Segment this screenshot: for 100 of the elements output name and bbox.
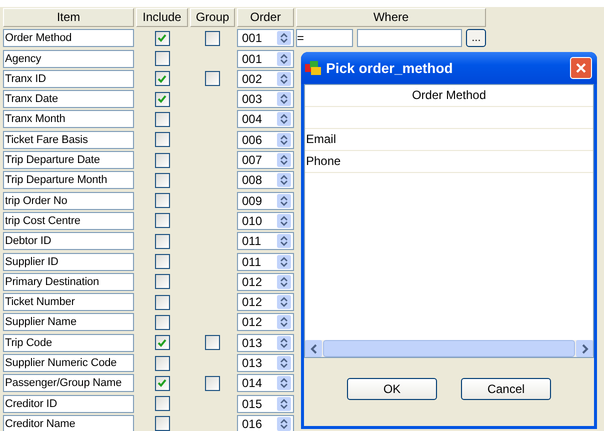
order-spinner[interactable]: 013 — [237, 354, 294, 372]
order-spinner[interactable]: 001 — [237, 50, 294, 68]
checkbox[interactable] — [154, 234, 170, 249]
item-field[interactable]: trip Order No — [3, 192, 134, 210]
checkbox[interactable] — [154, 294, 170, 310]
order-spinner[interactable]: 002 — [237, 70, 294, 88]
scroll-left-button[interactable] — [305, 340, 322, 357]
item-field[interactable]: Supplier Numeric Code — [3, 354, 134, 372]
item-field[interactable]: Order Method — [3, 29, 134, 48]
item-field[interactable]: trip Cost Centre — [3, 212, 134, 230]
column-header[interactable]: Where — [296, 8, 486, 27]
checkbox[interactable] — [154, 376, 170, 391]
item-field[interactable]: Ticket Number — [3, 293, 134, 312]
close-icon — [575, 62, 587, 74]
spin-arrows-icon[interactable] — [277, 194, 291, 208]
order-spinner[interactable]: 011 — [237, 252, 294, 271]
item-field[interactable]: Agency — [3, 50, 134, 68]
checkbox[interactable] — [154, 254, 170, 270]
spin-arrows-icon[interactable] — [277, 315, 291, 330]
item-field[interactable]: Tranx Date — [3, 90, 134, 108]
item-field[interactable]: Creditor Name — [3, 414, 134, 431]
ok-button[interactable]: OK — [347, 378, 437, 400]
order-spinner[interactable]: 012 — [237, 313, 294, 332]
order-spinner[interactable]: 001 — [237, 29, 294, 48]
item-field[interactable]: Trip Departure Date — [3, 151, 134, 170]
item-field[interactable]: Supplier Name — [3, 313, 134, 332]
checkbox[interactable] — [154, 356, 170, 371]
spin-arrows-icon[interactable] — [277, 72, 291, 86]
item-field[interactable]: Tranx Month — [3, 110, 134, 128]
spin-arrows-icon[interactable] — [277, 416, 291, 431]
item-field[interactable]: Primary Destination — [3, 272, 134, 291]
spin-arrows-icon[interactable] — [277, 295, 291, 310]
checkbox[interactable] — [154, 213, 170, 228]
list-item[interactable]: Phone — [305, 151, 593, 173]
spin-arrows-icon[interactable] — [277, 31, 291, 46]
spin-arrows-icon[interactable] — [277, 132, 291, 147]
column-header[interactable]: Include — [136, 8, 188, 27]
checkbox[interactable] — [154, 30, 170, 46]
operator-field[interactable]: = — [296, 29, 353, 48]
spin-arrows-icon[interactable] — [277, 274, 291, 289]
checkbox[interactable] — [205, 30, 220, 46]
scroll-right-button[interactable] — [576, 340, 593, 357]
checkbox[interactable] — [205, 335, 220, 350]
checkbox[interactable] — [154, 172, 170, 188]
checkbox[interactable] — [205, 376, 220, 391]
item-field[interactable]: Tranx ID — [3, 70, 134, 88]
checkbox[interactable] — [154, 416, 170, 431]
spin-arrows-icon[interactable] — [277, 52, 291, 66]
checkbox[interactable] — [154, 396, 170, 412]
order-spinner[interactable]: 012 — [237, 293, 294, 312]
spin-arrows-icon[interactable] — [277, 112, 291, 126]
checkbox[interactable] — [154, 274, 170, 290]
checkbox[interactable] — [154, 132, 170, 148]
column-header[interactable]: Order — [237, 8, 294, 27]
order-spinner[interactable]: 015 — [237, 394, 294, 413]
item-field[interactable]: Creditor ID — [3, 394, 134, 413]
spin-arrows-icon[interactable] — [277, 234, 291, 248]
column-header[interactable]: Group — [190, 8, 235, 27]
checkbox[interactable] — [154, 193, 170, 208]
value-field[interactable] — [356, 29, 462, 48]
order-spinner[interactable]: 006 — [237, 130, 294, 149]
item-field[interactable]: Ticket Fare Basis — [3, 130, 134, 149]
order-spinner[interactable]: 009 — [237, 192, 294, 210]
close-button[interactable] — [570, 57, 592, 79]
order-spinner[interactable]: 016 — [237, 414, 294, 431]
order-spinner[interactable]: 013 — [237, 334, 294, 352]
browse-button[interactable]: ... — [466, 29, 486, 48]
item-field[interactable]: Trip Code — [3, 334, 134, 352]
order-spinner[interactable]: 007 — [237, 151, 294, 170]
spin-arrows-icon[interactable] — [277, 173, 291, 188]
checkbox[interactable] — [154, 92, 170, 107]
checkbox[interactable] — [154, 71, 170, 86]
item-field[interactable]: Trip Departure Month — [3, 171, 134, 190]
item-field[interactable]: Passenger/Group Name — [3, 374, 134, 392]
cancel-button[interactable]: Cancel — [461, 378, 551, 400]
column-header[interactable]: Item — [3, 8, 134, 27]
order-spinner[interactable]: 014 — [237, 374, 294, 392]
spin-arrows-icon[interactable] — [277, 153, 291, 168]
spin-arrows-icon[interactable] — [277, 376, 291, 390]
order-spinner[interactable]: 012 — [237, 272, 294, 291]
item-field[interactable]: Supplier ID — [3, 252, 134, 271]
checkbox[interactable] — [154, 314, 170, 330]
checkbox[interactable] — [154, 51, 170, 66]
checkbox[interactable] — [205, 71, 220, 86]
checkbox[interactable] — [154, 112, 170, 127]
spin-arrows-icon[interactable] — [277, 254, 291, 269]
checkbox[interactable] — [154, 335, 170, 350]
list-item[interactable]: Email — [305, 129, 593, 151]
order-spinner[interactable]: 010 — [237, 212, 294, 230]
order-spinner[interactable]: 011 — [237, 232, 294, 250]
spin-arrows-icon[interactable] — [277, 92, 291, 106]
spin-arrows-icon[interactable] — [277, 396, 291, 411]
order-spinner[interactable]: 004 — [237, 110, 294, 128]
order-spinner[interactable]: 003 — [237, 90, 294, 108]
item-field[interactable]: Debtor ID — [3, 232, 134, 250]
checkbox[interactable] — [154, 152, 170, 168]
spin-arrows-icon[interactable] — [277, 336, 291, 350]
spin-arrows-icon[interactable] — [277, 214, 291, 228]
order-spinner[interactable]: 008 — [237, 171, 294, 190]
spin-arrows-icon[interactable] — [277, 356, 291, 370]
